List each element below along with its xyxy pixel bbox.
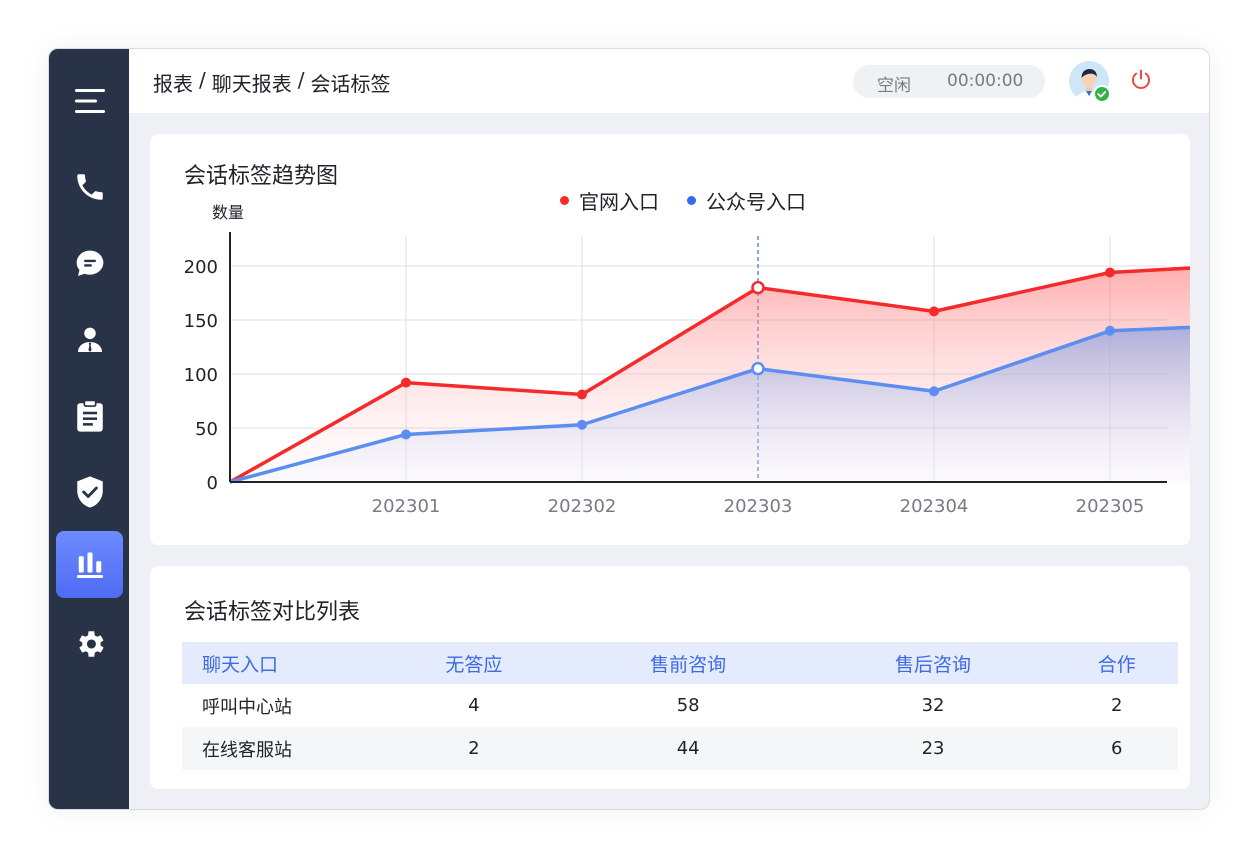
table-cell: 呼叫中心站 bbox=[202, 696, 292, 718]
chat-icon bbox=[76, 250, 103, 276]
data-point-highlight bbox=[751, 361, 765, 376]
avatar[interactable] bbox=[1069, 61, 1111, 103]
breadcrumb-separator: / bbox=[199, 68, 206, 92]
column-header[interactable]: 无答应 bbox=[382, 642, 566, 684]
data-point bbox=[577, 389, 587, 400]
data-point bbox=[401, 429, 411, 440]
sidebar-item-phone[interactable] bbox=[56, 153, 123, 220]
agent-status-label: 空闲 bbox=[877, 76, 911, 96]
sidebar-item-agent[interactable] bbox=[56, 306, 123, 373]
sidebar-item-security[interactable] bbox=[56, 458, 123, 525]
sidebar-item-chat[interactable] bbox=[56, 230, 123, 297]
column-header[interactable]: 合作 bbox=[1055, 642, 1178, 684]
app-window: 报表 / 聊天报表 / 会话标签 空闲 00:00:00 会话标签趋势图 官网入… bbox=[48, 48, 1210, 810]
data-point-highlight bbox=[751, 280, 765, 295]
comparison-table: 聊天入口 无答应 售前咨询 售后咨询 合作 呼叫中心站 4 58 32 2 在线… bbox=[182, 642, 1178, 770]
y-axis-label: 数量 bbox=[212, 203, 244, 222]
logout-button[interactable] bbox=[1129, 68, 1153, 92]
gear-icon bbox=[78, 630, 104, 657]
data-point bbox=[1105, 267, 1115, 278]
x-tick-label: 202305 bbox=[1076, 496, 1145, 517]
user-icon bbox=[77, 327, 102, 352]
table-header-row: 聊天入口 无答应 售前咨询 售后咨询 合作 bbox=[182, 642, 1178, 684]
sidebar-item-statistics[interactable] bbox=[56, 531, 123, 598]
y-tick-label: 0 bbox=[207, 473, 218, 494]
breadcrumb-current: 会话标签 bbox=[310, 72, 391, 96]
menu-icon bbox=[74, 88, 105, 113]
x-tick-label: 202304 bbox=[900, 496, 969, 517]
power-icon bbox=[1132, 69, 1150, 89]
table-cell: 2 bbox=[1111, 695, 1123, 716]
agent-status-pill[interactable]: 空闲 00:00:00 bbox=[853, 65, 1045, 98]
shield-icon bbox=[76, 475, 103, 508]
table-cell: 4 bbox=[468, 695, 480, 716]
data-point bbox=[929, 386, 939, 397]
data-point bbox=[1105, 325, 1115, 336]
data-point bbox=[401, 377, 411, 388]
table-title: 会话标签对比列表 bbox=[184, 600, 361, 625]
phone-icon bbox=[76, 173, 103, 200]
menu-toggle-button[interactable] bbox=[56, 67, 123, 134]
sidebar bbox=[49, 49, 129, 809]
breadcrumb-separator: / bbox=[297, 68, 305, 92]
y-tick-label: 50 bbox=[195, 419, 218, 440]
data-point bbox=[577, 419, 587, 430]
y-tick-label: 100 bbox=[184, 365, 218, 386]
bar-chart-icon bbox=[76, 552, 103, 578]
x-tick-label: 202301 bbox=[372, 496, 441, 517]
trend-chart: 0 50 100 150 200 202301 202302 202303 202304 2023… bbox=[184, 203, 1190, 517]
breadcrumb-item[interactable]: 聊天报表 bbox=[212, 68, 292, 97]
top-bar: 报表 / 聊天报表 / 会话标签 空闲 00:00:00 bbox=[129, 49, 1209, 113]
table-cell: 32 bbox=[921, 695, 945, 716]
y-tick-label: 200 bbox=[184, 257, 218, 278]
table-cell: 44 bbox=[565, 727, 811, 770]
sidebar-item-report[interactable] bbox=[56, 382, 123, 449]
breadcrumb: 报表 / 聊天报表 / 会话标签 bbox=[153, 68, 391, 97]
clipboard-icon bbox=[76, 399, 103, 432]
table-row[interactable]: 在线客服站 2 44 23 6 bbox=[182, 727, 1178, 770]
breadcrumb-item[interactable]: 报表 bbox=[153, 68, 193, 97]
column-header[interactable]: 售前咨询 bbox=[565, 642, 811, 684]
column-header[interactable]: 售后咨询 bbox=[810, 642, 1056, 684]
status-timer: 00:00:00 bbox=[947, 71, 1024, 91]
x-tick-label: 202302 bbox=[548, 496, 617, 517]
table-cell: 23 bbox=[810, 727, 1056, 770]
table-cell: 58 bbox=[676, 695, 700, 716]
trend-chart-card: 会话标签趋势图 官网入口 公众号入口 0 50 100 150 200 202301 202… bbox=[150, 134, 1190, 545]
sidebar-item-settings[interactable] bbox=[56, 610, 123, 677]
table-cell: 2 bbox=[382, 727, 566, 770]
x-tick-label: 202303 bbox=[724, 496, 793, 517]
data-point bbox=[929, 306, 939, 317]
y-tick-label: 150 bbox=[184, 311, 218, 332]
column-header[interactable]: 聊天入口 bbox=[182, 642, 382, 684]
table-row[interactable]: 呼叫中心站 4 58 32 2 bbox=[182, 684, 1178, 727]
comparison-table-card: 会话标签对比列表 聊天入口 无答应 售前咨询 售后咨询 合作 呼叫中心站 4 5… bbox=[150, 566, 1190, 789]
table-cell: 在线客服站 bbox=[182, 727, 382, 770]
avatar-image bbox=[1069, 61, 1111, 103]
table-cell: 6 bbox=[1055, 727, 1178, 770]
